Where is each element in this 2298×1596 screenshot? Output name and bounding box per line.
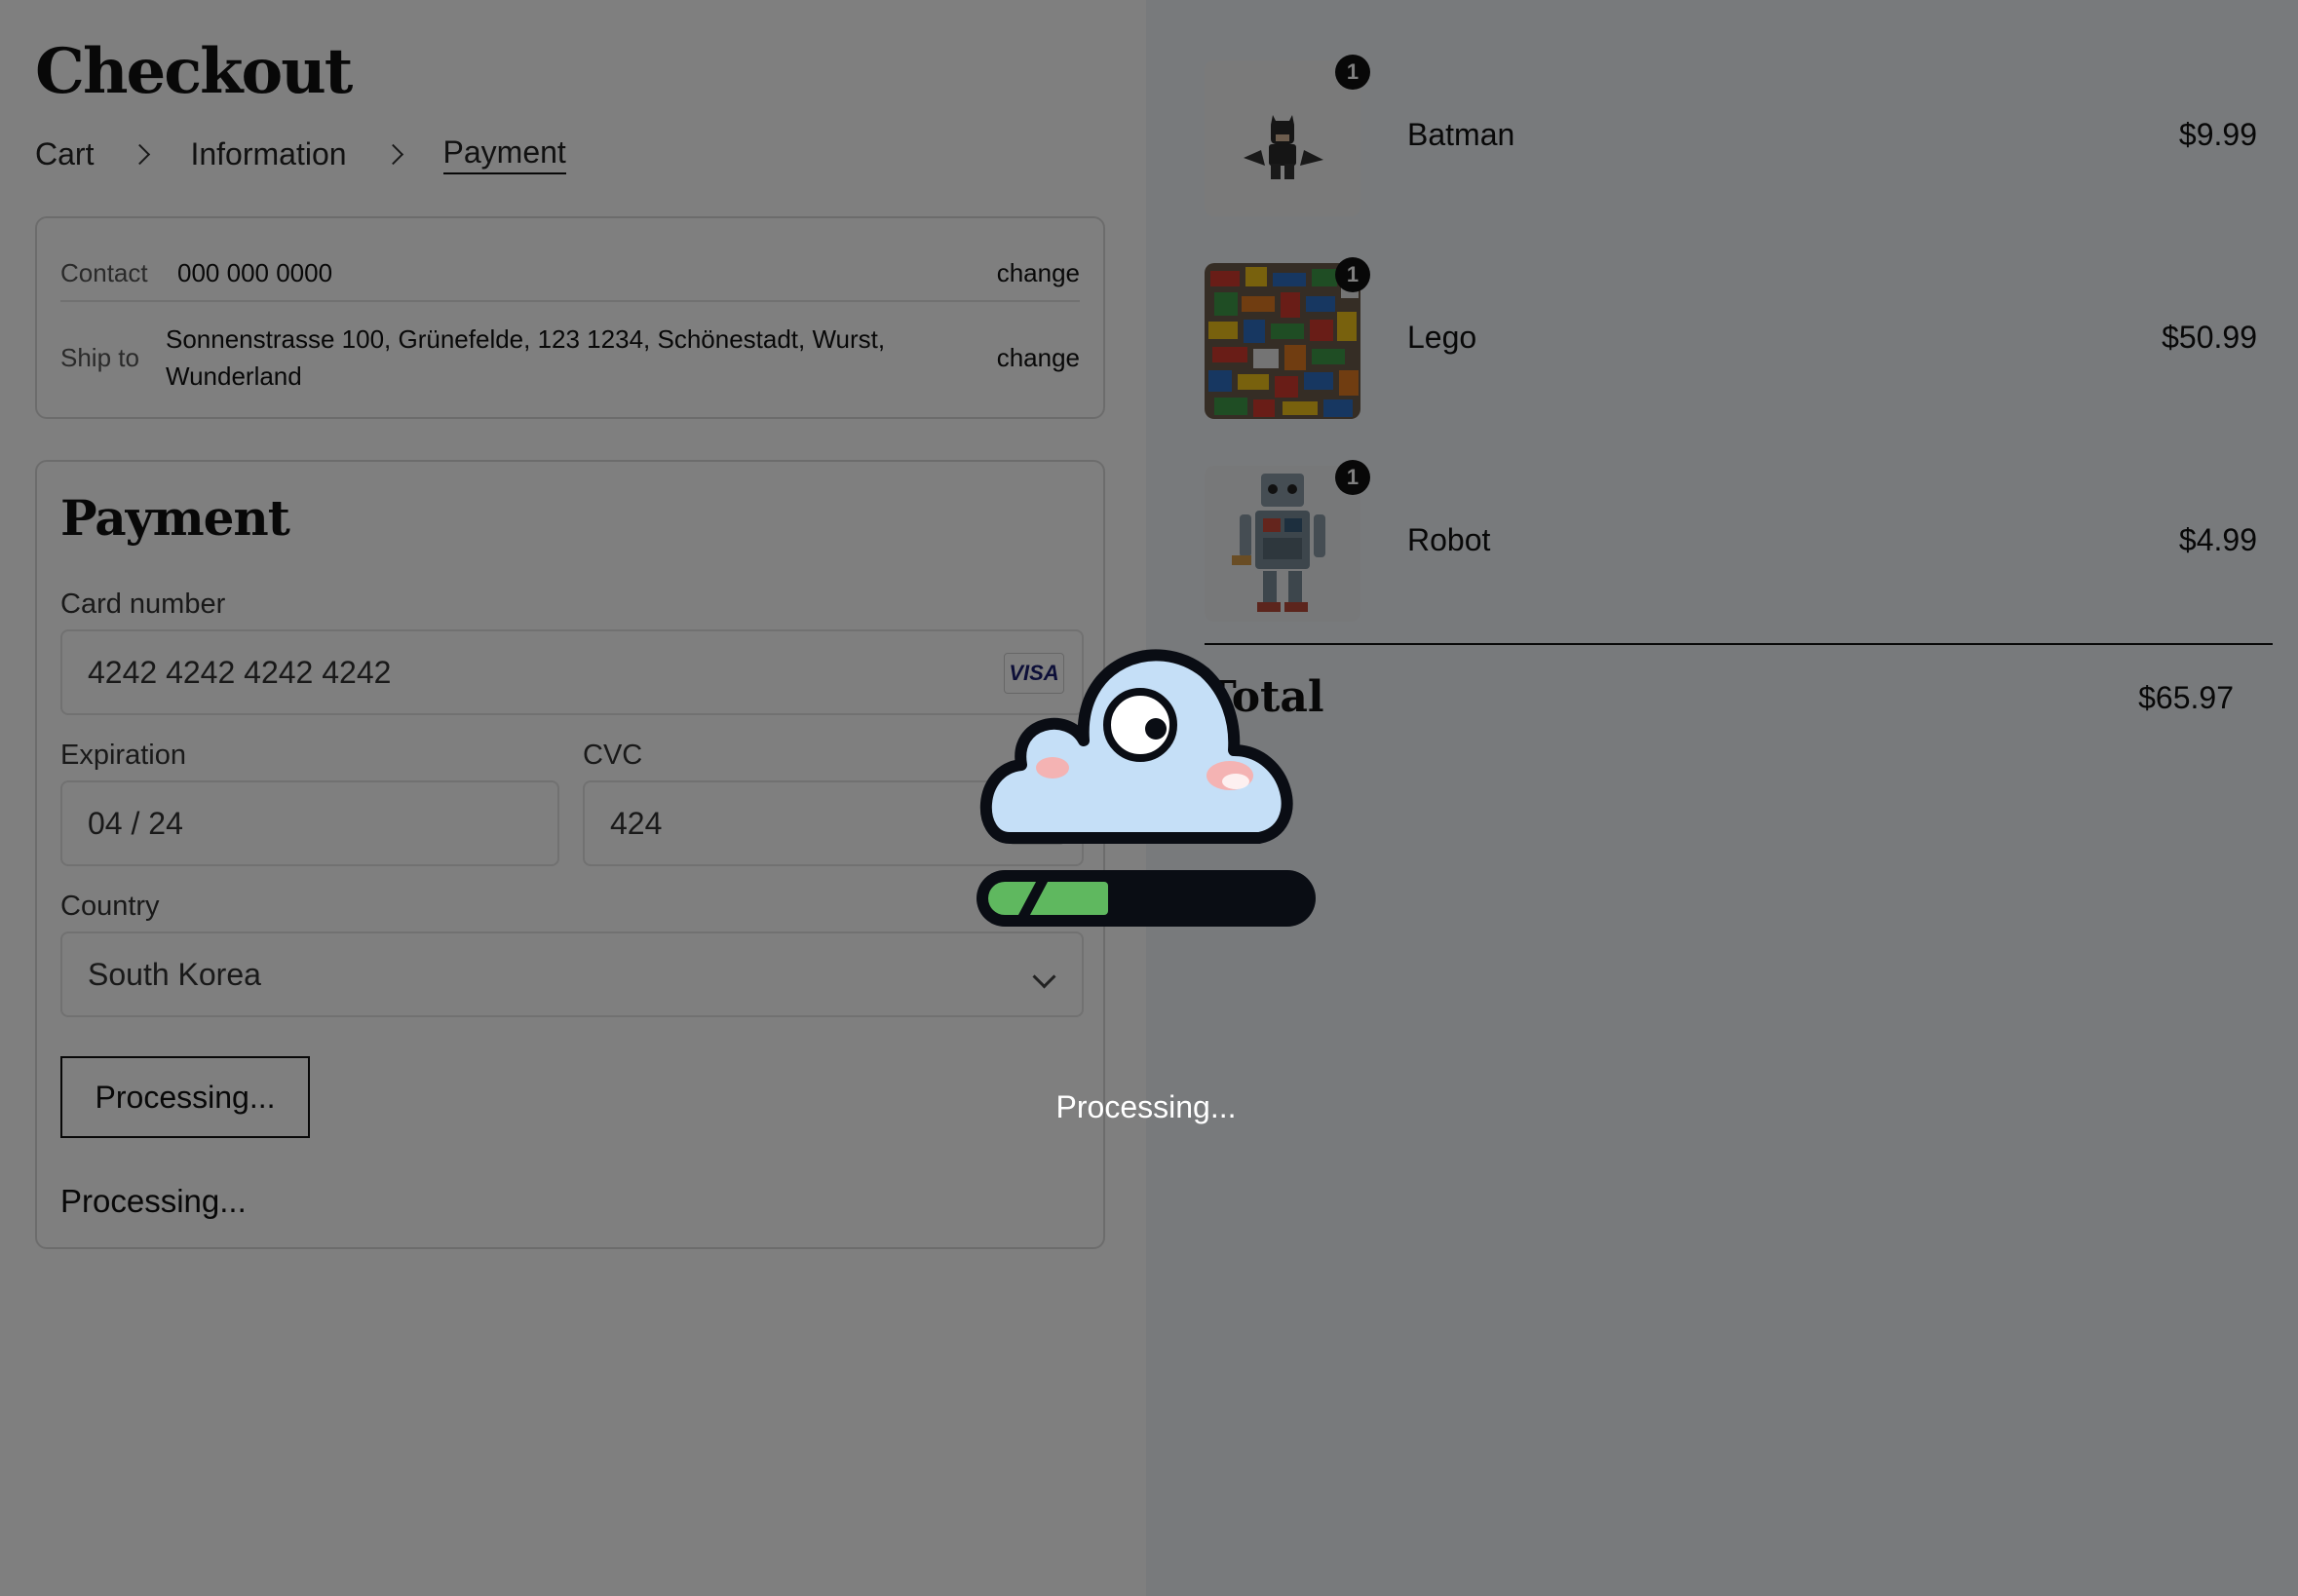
processing-text: Processing... bbox=[1055, 1089, 1237, 1124]
processing-overlay: Processing... bbox=[0, 0, 2298, 1596]
processing-progress-bar bbox=[977, 870, 1316, 927]
progress-fill bbox=[988, 882, 1108, 915]
